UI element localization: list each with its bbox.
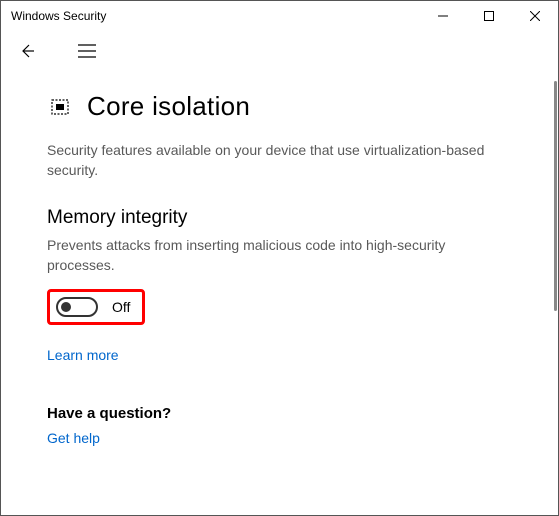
memory-integrity-title: Memory integrity bbox=[47, 207, 512, 229]
toggle-knob bbox=[61, 302, 71, 312]
memory-integrity-toggle[interactable] bbox=[56, 297, 98, 317]
back-button[interactable] bbox=[13, 37, 41, 65]
page-description: Security features available on your devi… bbox=[47, 140, 487, 181]
memory-integrity-description: Prevents attacks from inserting maliciou… bbox=[47, 235, 487, 276]
window-controls bbox=[420, 1, 558, 31]
minimize-button[interactable] bbox=[420, 1, 466, 31]
titlebar: Windows Security bbox=[1, 1, 558, 31]
nav-row bbox=[1, 31, 558, 71]
page-title: Core isolation bbox=[87, 91, 250, 122]
maximize-button[interactable] bbox=[466, 1, 512, 31]
content-area: Core isolation Security features availab… bbox=[1, 71, 552, 515]
question-title: Have a question? bbox=[47, 405, 512, 422]
highlight-annotation: Off bbox=[47, 289, 145, 325]
close-button[interactable] bbox=[512, 1, 558, 31]
core-isolation-icon bbox=[47, 96, 73, 118]
window-title: Windows Security bbox=[11, 9, 420, 23]
memory-integrity-toggle-row: Off bbox=[47, 289, 512, 325]
menu-button[interactable] bbox=[73, 37, 101, 65]
learn-more-link[interactable]: Learn more bbox=[47, 347, 119, 363]
get-help-link[interactable]: Get help bbox=[47, 430, 100, 446]
toggle-state-label: Off bbox=[112, 299, 130, 315]
page-heading: Core isolation bbox=[47, 91, 512, 122]
scrollbar-thumb[interactable] bbox=[554, 81, 557, 311]
vertical-scrollbar[interactable] bbox=[552, 71, 558, 515]
window-frame: Windows Security bbox=[0, 0, 559, 516]
